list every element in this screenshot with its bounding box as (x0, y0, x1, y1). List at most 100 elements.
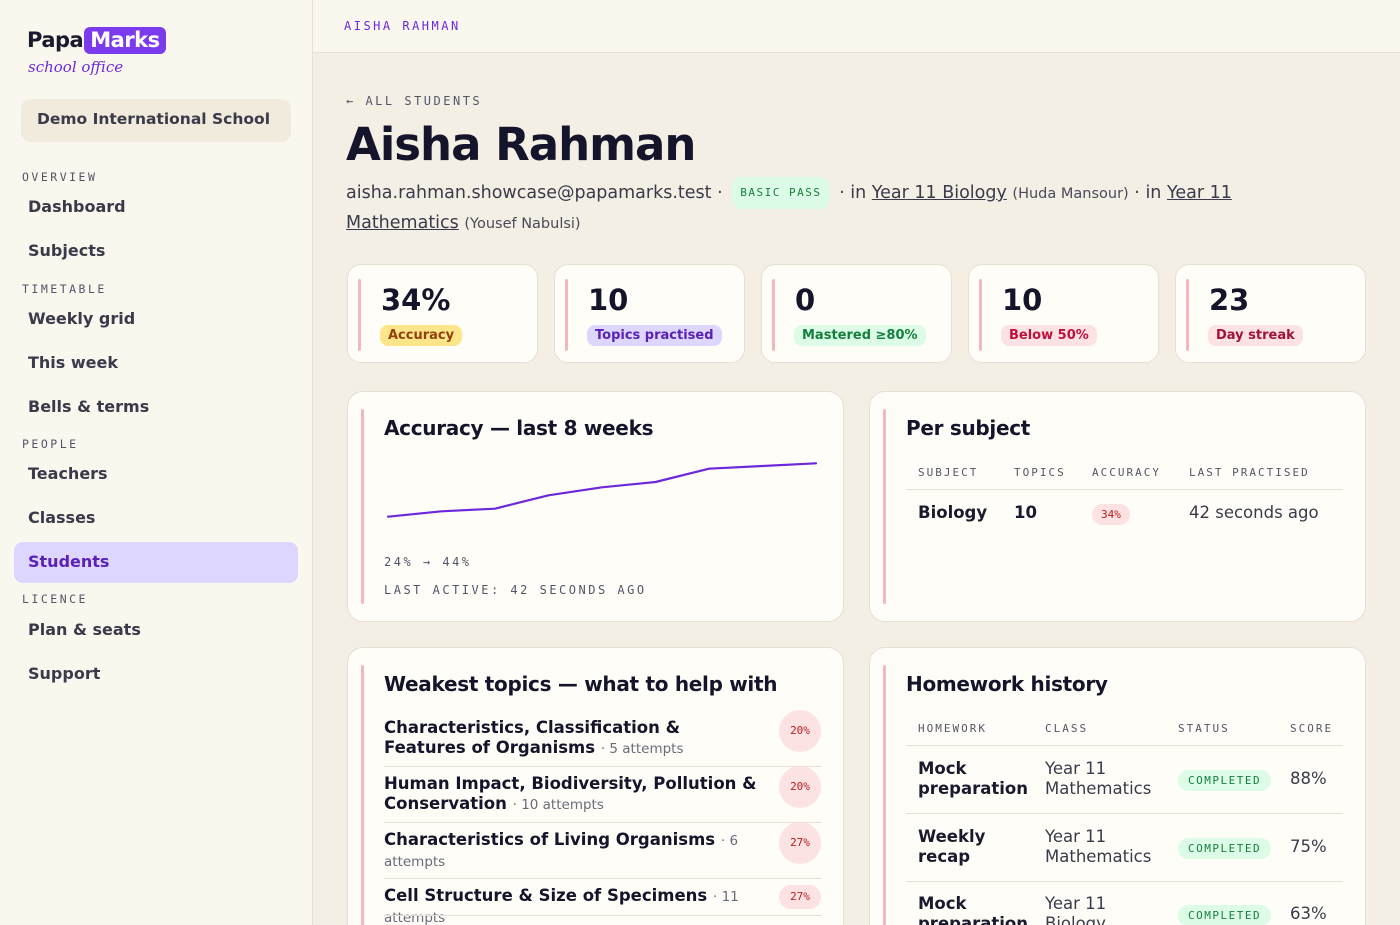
class-link-biology[interactable]: Year 11 Biology (872, 183, 1007, 203)
section-label-timetable: TIMETABLE (22, 282, 107, 296)
card-accent (1186, 279, 1189, 351)
page-title: Aisha Rahman (346, 118, 696, 171)
brand-logo[interactable]: Papa Marks (27, 24, 166, 56)
accuracy-series-line (386, 462, 818, 518)
per-subject-title: Per subject (906, 416, 1031, 440)
accuracy-range: 24% → 44% (384, 555, 472, 569)
accuracy-panel: Accuracy — last 8 weeks 24% → 44% LAST A… (347, 391, 844, 622)
back-to-students-link[interactable]: ← ALL STUDENTS (346, 94, 482, 108)
col-header-homework: HOMEWORK (918, 722, 987, 735)
stat-value: 10 (588, 283, 629, 317)
panel-accent (361, 409, 364, 604)
list-item[interactable]: Cell Structure & Size of Specimens · 11 … (384, 886, 764, 925)
topic-name: Cell Structure & Size of Specimens (384, 886, 708, 905)
stat-label: Day streak (1208, 325, 1303, 346)
divider (906, 745, 1343, 746)
nav-classes[interactable]: Classes (14, 498, 298, 539)
stat-card-mastered: 0 Mastered ≥80% (761, 264, 952, 363)
col-header-class: CLASS (1045, 722, 1089, 735)
divider (384, 766, 821, 767)
homework-score: 88% (1290, 769, 1327, 788)
homework-name: Mock preparation (918, 894, 1028, 925)
nav-subjects[interactable]: Subjects (14, 231, 298, 272)
card-accent (565, 279, 568, 351)
list-item[interactable]: Characteristics of Living Organisms · 6 … (384, 830, 764, 872)
stat-label: Below 50% (1001, 325, 1097, 346)
subject-topics: 10 (1014, 503, 1037, 522)
divider (384, 915, 821, 916)
list-item[interactable]: Characteristics, Classification & Featur… (384, 718, 764, 759)
subject-last-practised: 42 seconds ago (1189, 503, 1319, 522)
divider (384, 878, 821, 879)
card-accent (979, 279, 982, 351)
subject-accuracy-badge: 34% (1092, 504, 1130, 525)
section-label-people: PEOPLE (22, 437, 79, 451)
stat-value: 0 (795, 283, 816, 317)
nav-students[interactable]: Students (14, 542, 298, 583)
topic-attempts: · 5 attempts (600, 741, 684, 757)
accuracy-title: Accuracy — last 8 weeks (384, 416, 654, 440)
divider (906, 813, 1343, 814)
col-header-accuracy: ACCURACY (1092, 466, 1161, 479)
separator: · (1134, 183, 1140, 203)
topic-pct-badge: 27% (779, 822, 821, 864)
stat-value: 10 (1002, 283, 1043, 317)
in-label: in (1145, 183, 1162, 203)
separator: · (839, 183, 845, 203)
list-item[interactable]: Human Impact, Biodiversity, Pollution & … (384, 774, 764, 815)
col-header-score: SCORE (1290, 722, 1334, 735)
teacher-biology: (Huda Mansour) (1012, 186, 1129, 202)
nav-bells-terms[interactable]: Bells & terms (14, 387, 298, 428)
status-badge: COMPLETED (1178, 905, 1272, 925)
nav-dashboard[interactable]: Dashboard (14, 187, 298, 228)
sidebar: Papa Marks school office Demo Internatio… (0, 0, 313, 925)
pass-badge: BASIC PASS (732, 177, 830, 209)
col-header-status: STATUS (1178, 722, 1230, 735)
stat-card-accuracy: 34% Accuracy (347, 264, 538, 363)
topic-pct-badge: 20% (779, 766, 821, 808)
subject-name: Biology (918, 503, 988, 522)
weakest-title: Weakest topics — what to help with (384, 672, 778, 696)
nav-teachers[interactable]: Teachers (14, 454, 298, 495)
separator: · (717, 183, 723, 203)
stat-card-below: 10 Below 50% (968, 264, 1159, 363)
col-header-last-practised: LAST PRACTISED (1189, 466, 1310, 479)
weakest-topics-panel: Weakest topics — what to help with Chara… (347, 647, 844, 925)
homework-score: 63% (1290, 904, 1327, 923)
stat-label: Mastered ≥80% (794, 325, 926, 346)
stat-value: 34% (381, 283, 451, 317)
nav-support[interactable]: Support (14, 654, 298, 695)
student-email: aisha.rahman.showcase@papamarks.test (346, 183, 712, 203)
topic-pct-badge: 20% (779, 710, 821, 752)
school-selector[interactable]: Demo International School (21, 99, 291, 142)
brand-part2: Marks (84, 26, 166, 54)
topic-pct-badge: 27% (779, 885, 821, 909)
status-badge: COMPLETED (1178, 838, 1272, 859)
section-label-licence: LICENCE (22, 592, 88, 606)
stat-card-streak: 23 Day streak (1175, 264, 1366, 363)
teacher-mathematics: (Yousef Nabulsi) (464, 216, 581, 232)
nav-plan-seats[interactable]: Plan & seats (14, 610, 298, 651)
nav-weekly-grid[interactable]: Weekly grid (14, 299, 298, 340)
card-accent (772, 279, 775, 351)
homework-name: Weekly recap (918, 827, 986, 866)
topic-attempts: · 10 attempts (512, 797, 604, 813)
homework-history-panel: Homework history HOMEWORK CLASS STATUS S… (869, 647, 1366, 925)
card-accent (358, 279, 361, 351)
homework-class: Year 11 Mathematics (1045, 827, 1152, 866)
homework-title: Homework history (906, 672, 1108, 696)
topic-name: Characteristics of Living Organisms (384, 830, 716, 849)
col-header-subject: SUBJECT (918, 466, 979, 479)
accuracy-line-chart (386, 462, 818, 518)
homework-class: Year 11 Biology (1045, 894, 1107, 925)
homework-score: 75% (1290, 837, 1327, 856)
section-label-overview: OVERVIEW (22, 170, 98, 184)
nav-this-week[interactable]: This week (14, 343, 298, 384)
per-subject-panel: Per subject SUBJECT TOPICS ACCURACY LAST… (869, 391, 1366, 622)
panel-accent (883, 409, 886, 604)
student-meta: aisha.rahman.showcase@papamarks.test · B… (346, 177, 1246, 238)
status-badge: COMPLETED (1178, 770, 1272, 791)
last-active: LAST ACTIVE: 42 SECONDS AGO (384, 583, 647, 597)
divider (906, 489, 1343, 490)
brand-part1: Papa (27, 28, 84, 52)
